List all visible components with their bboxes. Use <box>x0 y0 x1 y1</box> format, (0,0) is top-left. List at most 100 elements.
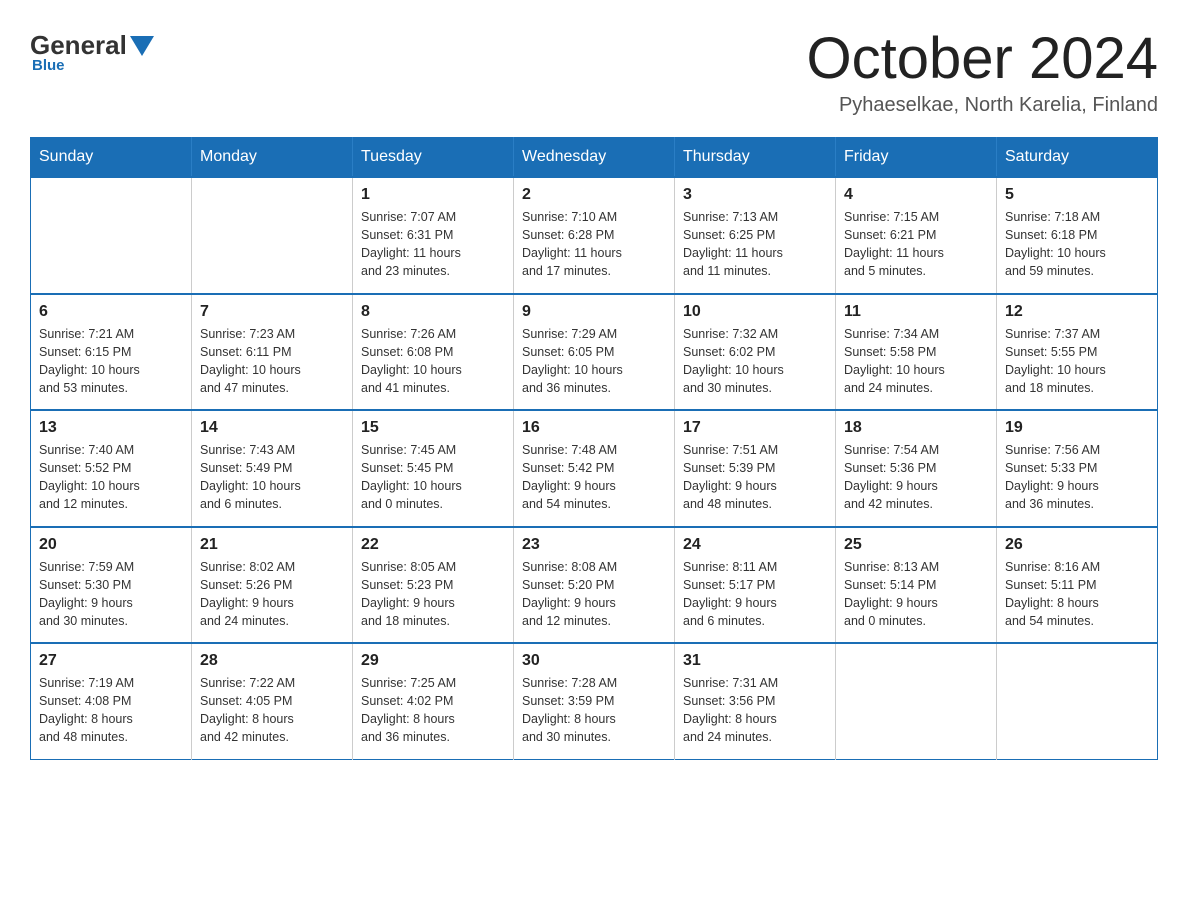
calendar-cell: 10 Sunrise: 7:32 AMSunset: 6:02 PMDayligh… <box>675 294 836 411</box>
header: General Blue October 2024 Pyhaeselkae, N… <box>30 30 1158 117</box>
day-info: Sunrise: 7:23 AMSunset: 6:11 PMDaylight:… <box>200 325 344 398</box>
day-number: 25 <box>844 536 988 554</box>
calendar-cell: 20Sunrise: 7:59 AMSunset: 5:30 PMDayligh… <box>31 527 192 644</box>
calendar-cell: 29 Sunrise: 7:25 AMSunset: 4:02 PMDayligh… <box>353 643 514 759</box>
day-info: Sunrise: 8:16 AMSunset: 5:11 PMDaylight:… <box>1005 558 1149 631</box>
day-number: 15 <box>361 419 505 437</box>
calendar-cell: 1Sunrise: 7:07 AMSunset: 6:31 PMDaylight… <box>353 177 514 294</box>
calendar-week-row: 13 Sunrise: 7:40 AMSunset: 5:52 PMDayligh… <box>31 410 1158 527</box>
calendar-cell: 28Sunrise: 7:22 AMSunset: 4:05 PMDayligh… <box>192 643 353 759</box>
day-info: Sunrise: 8:02 AMSunset: 5:26 PMDaylight:… <box>200 558 344 631</box>
logo-triangle-icon <box>130 36 154 56</box>
day-info: Sunrise: 7:43 AMSunset: 5:49 PMDaylight:… <box>200 441 344 514</box>
calendar-cell <box>192 177 353 294</box>
calendar-cell: 27Sunrise: 7:19 AMSunset: 4:08 PMDayligh… <box>31 643 192 759</box>
day-info: Sunrise: 7:51 AMSunset: 5:39 PMDaylight:… <box>683 441 827 514</box>
calendar-cell: 15Sunrise: 7:45 AMSunset: 5:45 PMDayligh… <box>353 410 514 527</box>
day-number: 6 <box>39 303 183 321</box>
day-info: Sunrise: 7:10 AMSunset: 6:28 PMDaylight:… <box>522 208 666 281</box>
day-number: 24 <box>683 536 827 554</box>
day-info: Sunrise: 8:05 AMSunset: 5:23 PMDaylight:… <box>361 558 505 631</box>
day-number: 31 <box>683 652 827 670</box>
day-number: 7 <box>200 303 344 321</box>
day-info: Sunrise: 7:26 AMSunset: 6:08 PMDaylight:… <box>361 325 505 398</box>
day-info: Sunrise: 7:07 AMSunset: 6:31 PMDaylight:… <box>361 208 505 281</box>
calendar-cell: 21 Sunrise: 8:02 AMSunset: 5:26 PMDayligh… <box>192 527 353 644</box>
day-info: Sunrise: 7:28 AMSunset: 3:59 PMDaylight:… <box>522 674 666 747</box>
calendar-cell: 17 Sunrise: 7:51 AMSunset: 5:39 PMDayligh… <box>675 410 836 527</box>
day-number: 22 <box>361 536 505 554</box>
calendar-cell: 25Sunrise: 8:13 AMSunset: 5:14 PMDayligh… <box>836 527 997 644</box>
day-info: Sunrise: 7:21 AMSunset: 6:15 PMDaylight:… <box>39 325 183 398</box>
day-number: 18 <box>844 419 988 437</box>
day-info: Sunrise: 7:54 AMSunset: 5:36 PMDaylight:… <box>844 441 988 514</box>
calendar-cell: 8 Sunrise: 7:26 AMSunset: 6:08 PMDaylight… <box>353 294 514 411</box>
calendar-cell <box>31 177 192 294</box>
title-area: October 2024 Pyhaeselkae, North Karelia,… <box>807 30 1158 117</box>
day-of-week-header: Wednesday <box>514 138 675 178</box>
calendar-cell: 11 Sunrise: 7:34 AMSunset: 5:58 PMDayligh… <box>836 294 997 411</box>
calendar-cell: 2 Sunrise: 7:10 AMSunset: 6:28 PMDaylight… <box>514 177 675 294</box>
day-number: 8 <box>361 303 505 321</box>
day-number: 14 <box>200 419 344 437</box>
calendar-week-row: 27Sunrise: 7:19 AMSunset: 4:08 PMDayligh… <box>31 643 1158 759</box>
day-number: 29 <box>361 652 505 670</box>
day-info: Sunrise: 7:13 AMSunset: 6:25 PMDaylight:… <box>683 208 827 281</box>
calendar-cell: 14 Sunrise: 7:43 AMSunset: 5:49 PMDayligh… <box>192 410 353 527</box>
calendar-cell <box>997 643 1158 759</box>
day-number: 2 <box>522 186 666 204</box>
calendar-cell: 7 Sunrise: 7:23 AMSunset: 6:11 PMDaylight… <box>192 294 353 411</box>
calendar-cell: 18 Sunrise: 7:54 AMSunset: 5:36 PMDayligh… <box>836 410 997 527</box>
calendar-week-row: 6 Sunrise: 7:21 AMSunset: 6:15 PMDaylight… <box>31 294 1158 411</box>
day-info: Sunrise: 7:59 AMSunset: 5:30 PMDaylight:… <box>39 558 183 631</box>
calendar-cell: 22 Sunrise: 8:05 AMSunset: 5:23 PMDayligh… <box>353 527 514 644</box>
day-of-week-header: Monday <box>192 138 353 178</box>
day-number: 13 <box>39 419 183 437</box>
day-number: 16 <box>522 419 666 437</box>
day-number: 11 <box>844 303 988 321</box>
calendar-cell: 30 Sunrise: 7:28 AMSunset: 3:59 PMDayligh… <box>514 643 675 759</box>
calendar-cell: 4Sunrise: 7:15 AMSunset: 6:21 PMDaylight… <box>836 177 997 294</box>
day-number: 12 <box>1005 303 1149 321</box>
day-number: 9 <box>522 303 666 321</box>
day-number: 17 <box>683 419 827 437</box>
calendar-cell: 24Sunrise: 8:11 AMSunset: 5:17 PMDayligh… <box>675 527 836 644</box>
day-number: 26 <box>1005 536 1149 554</box>
day-info: Sunrise: 7:29 AMSunset: 6:05 PMDaylight:… <box>522 325 666 398</box>
calendar-cell: 6 Sunrise: 7:21 AMSunset: 6:15 PMDaylight… <box>31 294 192 411</box>
day-number: 30 <box>522 652 666 670</box>
logo-blue-text: Blue <box>32 57 65 74</box>
day-info: Sunrise: 7:32 AMSunset: 6:02 PMDaylight:… <box>683 325 827 398</box>
day-info: Sunrise: 7:40 AMSunset: 5:52 PMDaylight:… <box>39 441 183 514</box>
day-number: 5 <box>1005 186 1149 204</box>
day-of-week-header: Friday <box>836 138 997 178</box>
day-info: Sunrise: 7:25 AMSunset: 4:02 PMDaylight:… <box>361 674 505 747</box>
calendar-cell: 13 Sunrise: 7:40 AMSunset: 5:52 PMDayligh… <box>31 410 192 527</box>
calendar-header-row: SundayMondayTuesdayWednesdayThursdayFrid… <box>31 138 1158 178</box>
calendar-cell: 5 Sunrise: 7:18 AMSunset: 6:18 PMDaylight… <box>997 177 1158 294</box>
day-of-week-header: Sunday <box>31 138 192 178</box>
day-info: Sunrise: 7:19 AMSunset: 4:08 PMDaylight:… <box>39 674 183 747</box>
day-info: Sunrise: 7:48 AMSunset: 5:42 PMDaylight:… <box>522 441 666 514</box>
day-number: 4 <box>844 186 988 204</box>
calendar-cell: 19 Sunrise: 7:56 AMSunset: 5:33 PMDayligh… <box>997 410 1158 527</box>
calendar-cell: 23 Sunrise: 8:08 AMSunset: 5:20 PMDayligh… <box>514 527 675 644</box>
calendar-cell: 12 Sunrise: 7:37 AMSunset: 5:55 PMDayligh… <box>997 294 1158 411</box>
day-info: Sunrise: 7:34 AMSunset: 5:58 PMDaylight:… <box>844 325 988 398</box>
calendar-week-row: 20Sunrise: 7:59 AMSunset: 5:30 PMDayligh… <box>31 527 1158 644</box>
calendar-cell: 31Sunrise: 7:31 AMSunset: 3:56 PMDayligh… <box>675 643 836 759</box>
calendar-cell: 16 Sunrise: 7:48 AMSunset: 5:42 PMDayligh… <box>514 410 675 527</box>
day-number: 21 <box>200 536 344 554</box>
day-info: Sunrise: 7:56 AMSunset: 5:33 PMDaylight:… <box>1005 441 1149 514</box>
day-number: 10 <box>683 303 827 321</box>
calendar-cell <box>836 643 997 759</box>
day-number: 19 <box>1005 419 1149 437</box>
day-of-week-header: Tuesday <box>353 138 514 178</box>
day-of-week-header: Saturday <box>997 138 1158 178</box>
day-info: Sunrise: 7:37 AMSunset: 5:55 PMDaylight:… <box>1005 325 1149 398</box>
month-title: October 2024 <box>807 30 1158 88</box>
calendar-cell: 3Sunrise: 7:13 AMSunset: 6:25 PMDaylight… <box>675 177 836 294</box>
day-number: 23 <box>522 536 666 554</box>
day-info: Sunrise: 7:18 AMSunset: 6:18 PMDaylight:… <box>1005 208 1149 281</box>
day-info: Sunrise: 8:08 AMSunset: 5:20 PMDaylight:… <box>522 558 666 631</box>
